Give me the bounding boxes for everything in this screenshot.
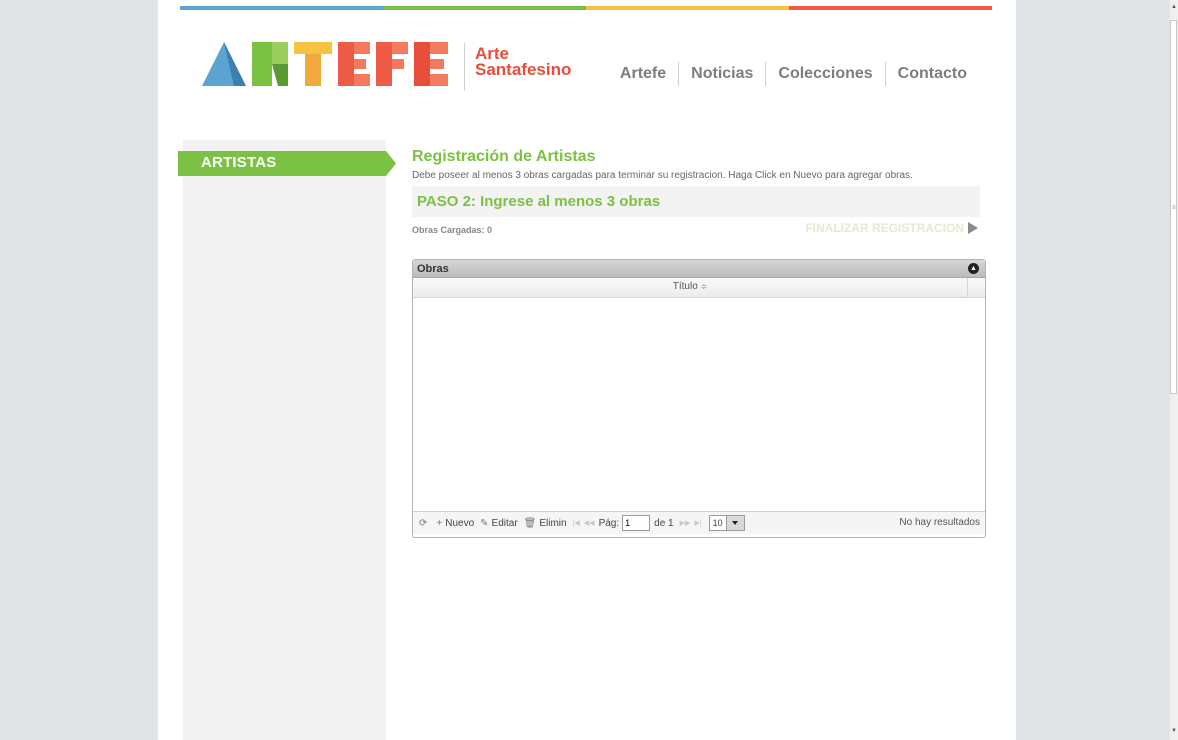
page-description: Debe poseer al menos 3 obras cargadas pa… — [412, 170, 913, 181]
page-input[interactable] — [622, 515, 651, 531]
grid-column-header: Título ≑ — [413, 278, 985, 298]
no-results-text: No hay resultados — [899, 517, 980, 528]
new-button[interactable]: + Nuevo — [436, 518, 474, 529]
step-box: PASO 2: Ingrese al menos 3 obras — [412, 186, 980, 217]
obras-status-row: Obras Cargadas: 0 FINALIZAR REGISTRACION — [412, 221, 984, 239]
topbar-red — [789, 6, 992, 10]
page-container: Arte Santafesino Artefe Noticias Colecci… — [158, 0, 1016, 740]
step-title: PASO 2: Ingrese al menos 3 obras — [417, 193, 661, 210]
nav-contacto[interactable]: Contacto — [886, 63, 979, 85]
page-of-label: de 1 — [654, 517, 674, 529]
scroll-up-icon[interactable]: ▲ — [1171, 4, 1177, 10]
column-header-label: Título — [672, 281, 698, 292]
top-color-bar — [180, 6, 992, 10]
edit-button[interactable]: ✎ Editar — [480, 518, 518, 529]
topbar-blue — [180, 6, 383, 10]
rows-per-page-select[interactable]: 10 — [708, 515, 745, 531]
obras-grid: Obras ▲ Título ≑ ⟳ + Nuevo ✎ Editar 🗑 Elimi… — [412, 259, 986, 538]
nav-noticias[interactable]: Noticias — [679, 63, 765, 85]
scroll-down-icon[interactable]: ▼ — [1171, 728, 1177, 734]
obras-count: Obras Cargadas: 0 — [412, 225, 493, 235]
nav-artefe[interactable]: Artefe — [608, 63, 678, 85]
trash-icon: 🗑 — [523, 517, 537, 529]
first-page-icon[interactable]: |◀ — [573, 519, 580, 527]
page-title: Registración de Artistas — [412, 148, 596, 165]
collapse-icon[interactable]: ▲ — [968, 263, 979, 274]
topbar-yellow — [586, 6, 789, 10]
play-arrow-icon — [968, 222, 978, 234]
main-content: Registración de Artistas Debe poseer al … — [412, 147, 986, 538]
artefe-logo[interactable] — [202, 42, 448, 86]
main-nav: Artefe Noticias Colecciones Contacto — [608, 62, 979, 86]
scroll-grip-icon: ≡ — [1172, 205, 1176, 211]
edit-label: Editar — [491, 517, 518, 529]
delete-label: Elimin — [539, 517, 567, 529]
refresh-button[interactable]: ⟳ — [419, 518, 430, 529]
new-label: Nuevo — [445, 517, 475, 529]
next-page-icon[interactable]: ▶▶ — [680, 519, 691, 527]
finalize-label: FINALIZAR REGISTRACION — [805, 221, 964, 235]
sidebar-tab-label: ARTISTAS — [201, 154, 277, 171]
pencil-icon: ✎ — [480, 517, 489, 529]
topbar-green — [383, 6, 586, 10]
logo-text-line2: Santafesino — [475, 60, 572, 79]
delete-button[interactable]: 🗑 Elimin — [524, 518, 567, 529]
column-separator — [967, 278, 968, 297]
grid-caption-label: Obras — [417, 263, 449, 275]
logo-subtitle: Arte Santafesino — [475, 45, 572, 79]
chevron-down-icon — [725, 516, 744, 530]
last-page-icon[interactable]: ▶| — [694, 519, 701, 527]
rows-per-page-value: 10 — [712, 518, 723, 528]
grid-body — [413, 298, 985, 511]
plus-icon: + — [436, 517, 443, 529]
sidebar — [183, 140, 386, 740]
nav-colecciones[interactable]: Colecciones — [766, 63, 884, 85]
prev-page-icon[interactable]: ◀◀ — [584, 519, 595, 527]
refresh-icon: ⟳ — [419, 517, 428, 529]
logo-divider — [464, 43, 465, 91]
finalize-registration-button[interactable]: FINALIZAR REGISTRACION — [805, 221, 978, 235]
sort-icon: ≑ — [700, 282, 708, 291]
page-label: Pág: — [598, 517, 620, 529]
grid-caption: Obras ▲ — [413, 260, 985, 278]
grid-pager: ⟳ +Nuevo ✎Editar 🗑Elimin |◀ ◀◀ Pág: de 1… — [413, 511, 985, 534]
column-header-titulo[interactable]: Título ≑ — [413, 281, 967, 292]
